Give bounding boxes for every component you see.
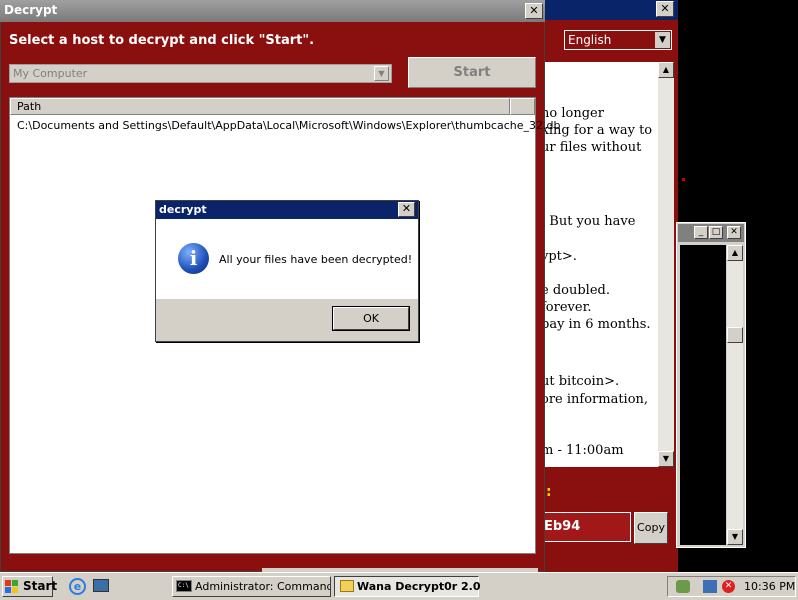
copy-button[interactable]: Copy [634,512,668,544]
ransom-note-line: e doubled. [541,283,610,298]
start-button[interactable]: Start [408,57,536,88]
red-dot [682,178,685,181]
bitcoin-address-field[interactable]: Eb94 [541,512,631,542]
internet-explorer-icon[interactable]: e [69,578,86,595]
ransom-note-line: ur files without [541,140,642,155]
command-prompt-icon: C:\ [176,580,192,592]
ransom-note-line: ore information, [541,392,649,407]
ransom-note-line: ypt>. [541,249,577,264]
dialog-close-button[interactable]: ✕ [398,202,415,217]
info-icon: i [178,243,209,274]
list-item[interactable]: C:\Documents and Settings\Default\AppDat… [17,119,560,132]
scroll-down-icon[interactable]: ▼ [658,451,674,467]
bitcoin-label: : [546,484,552,500]
ransom-note-line: pay in 6 months. [541,317,651,332]
network-icon[interactable] [703,580,717,593]
folder-icon [340,580,354,592]
ransom-note-line: ut bitcoin>. [541,374,620,389]
ransom-note-line: m - 11:00am [541,443,624,458]
taskbar-item-command-prompt[interactable]: Administrator: Command... [172,576,331,597]
wana-main-close-button[interactable]: ✕ [656,1,674,17]
ok-button[interactable]: OK [332,306,410,331]
instruction-text: Select a host to decrypt and click "Star… [9,33,315,48]
console-area [680,245,726,545]
ransom-note-line: forever. [541,300,592,315]
chevron-down-icon[interactable]: ▼ [374,66,389,81]
scroll-thumb[interactable] [727,327,743,343]
windows-flag-icon [5,580,18,593]
column-header-filler [510,98,535,115]
scroll-up-icon[interactable]: ▲ [658,62,674,78]
ransom-note-scrollbar[interactable]: ▲ ▼ [658,62,674,467]
path-column-header[interactable]: Path [10,98,510,115]
host-select[interactable]: My Computer [9,64,392,83]
dialog-message: All your files have been decrypted! [219,253,413,266]
chevron-down-icon[interactable]: ▼ [655,32,670,48]
decrypt-titlebar[interactable] [0,0,545,22]
window-title: Decrypt [4,3,58,17]
decrypt-close-button[interactable]: ✕ [525,3,543,19]
maximize-button[interactable]: □ [709,226,723,239]
taskbar-item-wana-decryptor[interactable]: Wana Decrypt0r 2.0 [334,576,480,597]
sound-muted-icon[interactable]: ✕ [722,580,735,593]
close-button[interactable]: ✕ [727,226,741,239]
scroll-up-icon[interactable]: ▲ [727,245,743,261]
minimize-button[interactable]: _ [694,226,708,239]
dialog-title: decrypt [159,203,207,216]
security-icon[interactable] [676,580,690,593]
ransom-note-line: . But you have [541,214,636,229]
scroll-down-icon[interactable]: ▼ [727,529,743,545]
show-desktop-icon[interactable] [93,579,109,592]
background-window-scrollbar[interactable]: ▲ ▼ [727,245,743,545]
clock[interactable]: 10:36 PM [744,580,795,593]
